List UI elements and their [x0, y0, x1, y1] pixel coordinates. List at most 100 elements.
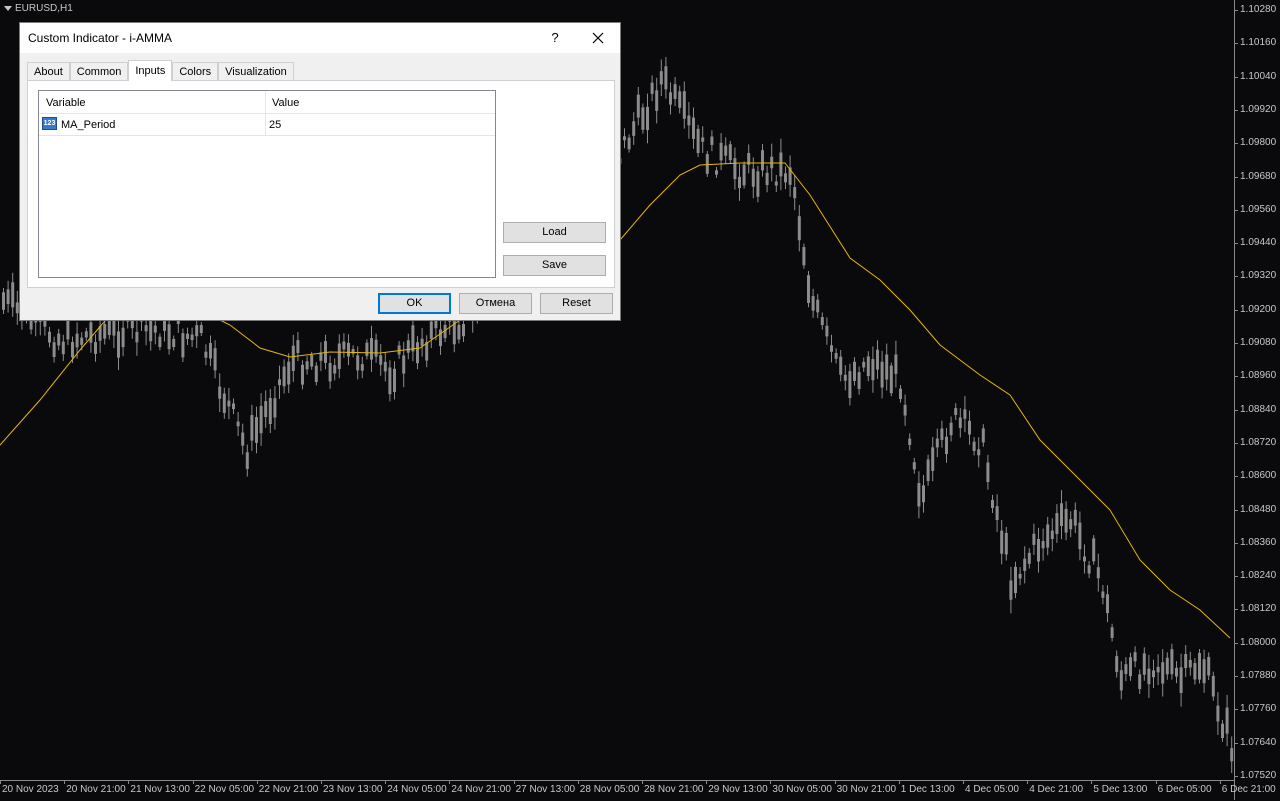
column-header-variable[interactable]: Variable	[46, 91, 86, 113]
candle-body	[301, 364, 304, 385]
candle-body	[958, 417, 962, 429]
price-label: 1.08600	[1240, 470, 1277, 482]
column-header-value[interactable]: Value	[272, 91, 299, 113]
candle-body	[278, 379, 281, 386]
candle-body	[940, 428, 944, 440]
candle-body	[1046, 524, 1050, 548]
candle-body	[834, 353, 838, 359]
candle-body	[659, 71, 663, 85]
time-label: 20 Nov 2023	[2, 784, 59, 795]
candle-body	[370, 338, 373, 360]
price-label: 1.08960	[1240, 370, 1277, 382]
tab-common[interactable]: Common	[69, 62, 129, 80]
candle-body	[365, 342, 369, 357]
candle-body	[1156, 666, 1160, 673]
price-label: 1.09560	[1240, 203, 1277, 215]
table-row[interactable]: 123 MA_Period 25	[39, 114, 495, 136]
tab-strip: About Common Inputs Colors Visualization	[27, 60, 294, 81]
tab-colors[interactable]: Colors	[172, 62, 219, 80]
candle-body	[728, 144, 732, 161]
price-label: 1.08120	[1240, 603, 1277, 615]
candle-body	[1124, 664, 1128, 675]
candle-body	[1000, 530, 1004, 554]
candle-body	[1101, 591, 1105, 598]
dialog-title: Custom Indicator - i-AMMA	[28, 31, 173, 45]
cancel-button[interactable]: Отмена	[459, 293, 532, 314]
cell-separator	[265, 114, 266, 135]
candle-body	[655, 90, 659, 111]
tick-mark	[1235, 143, 1238, 145]
candle-body	[843, 374, 847, 381]
candle-body	[908, 438, 912, 445]
candle-body	[360, 364, 364, 371]
candle-body	[899, 388, 902, 400]
candle-body	[236, 421, 240, 427]
time-label: 28 Nov 21:00	[644, 784, 704, 795]
candle-body	[995, 506, 999, 521]
tab-about[interactable]: About	[27, 62, 70, 80]
candle-body	[2, 292, 5, 310]
candle-body	[1050, 530, 1054, 539]
candle-body	[135, 331, 139, 343]
candle-body	[439, 329, 442, 347]
candle-body	[1106, 594, 1109, 614]
dropdown-triangle-icon[interactable]	[4, 6, 12, 11]
ok-button[interactable]: OK	[378, 293, 451, 314]
price-label: 1.09200	[1240, 303, 1277, 315]
tab-inputs[interactable]: Inputs	[128, 60, 173, 81]
candle-body	[80, 337, 84, 345]
tick-mark	[1219, 781, 1221, 784]
candle-body	[931, 447, 935, 471]
candle-body	[1211, 675, 1215, 697]
candle-body	[779, 152, 783, 177]
candle-body	[1129, 657, 1132, 677]
tick-mark	[1235, 709, 1238, 711]
tab-visualization[interactable]: Visualization	[218, 62, 294, 80]
symbol-label[interactable]: EURUSD,H1	[4, 3, 73, 14]
tick-mark	[1235, 642, 1238, 644]
time-label: 1 Dec 13:00	[900, 784, 955, 795]
candle-body	[1193, 663, 1197, 680]
candle-body	[1092, 538, 1096, 562]
time-label: 6 Dec 05:00	[1157, 784, 1212, 795]
save-button[interactable]: Save	[503, 255, 606, 276]
time-label: 4 Dec 21:00	[1029, 784, 1084, 795]
candle-body	[641, 107, 645, 130]
candle-body	[222, 393, 226, 413]
candle-body	[305, 361, 309, 370]
dialog-titlebar[interactable]: Custom Indicator - i-AMMA ?	[20, 23, 620, 53]
candle-body	[1138, 674, 1142, 689]
inputs-table[interactable]: Variable Value 123 MA_Period 25	[38, 90, 496, 278]
value-cell[interactable]: 25	[269, 114, 281, 136]
tick-mark	[1235, 609, 1238, 611]
load-button[interactable]: Load	[503, 222, 606, 243]
time-axis[interactable]: 20 Nov 2023 20 Nov 21:00 21 Nov 13:00 22 No…	[0, 780, 1276, 801]
candle-body	[75, 333, 79, 348]
tick-mark	[1235, 10, 1238, 11]
time-label: 30 Nov 21:00	[836, 784, 897, 795]
candle-body	[1004, 532, 1008, 555]
tick-mark	[706, 781, 708, 784]
candle-body	[259, 405, 263, 434]
price-label: 1.08240	[1240, 570, 1277, 582]
time-label: 21 Nov 13:00	[130, 784, 190, 795]
candle-body	[48, 331, 51, 343]
candle-body	[1207, 656, 1211, 676]
reset-button[interactable]: Reset	[540, 293, 613, 314]
candle-body	[894, 354, 898, 374]
price-axis[interactable]: 1.10280 1.10160 1.10040 1.09920 1.09800 1.096…	[1234, 0, 1280, 800]
candle-body	[144, 325, 148, 332]
candle-body	[121, 327, 125, 348]
candle-body	[374, 339, 378, 357]
close-button[interactable]	[582, 25, 614, 51]
help-button[interactable]: ?	[540, 25, 570, 51]
candle-body	[61, 341, 65, 355]
candle-body	[406, 340, 410, 353]
candle-body	[650, 82, 654, 94]
price-label: 1.07880	[1240, 670, 1277, 681]
tick-mark	[834, 781, 836, 784]
candle-body	[411, 325, 415, 352]
column-separator[interactable]	[265, 91, 266, 113]
candle-body	[1060, 503, 1063, 526]
candle-body	[452, 318, 456, 345]
